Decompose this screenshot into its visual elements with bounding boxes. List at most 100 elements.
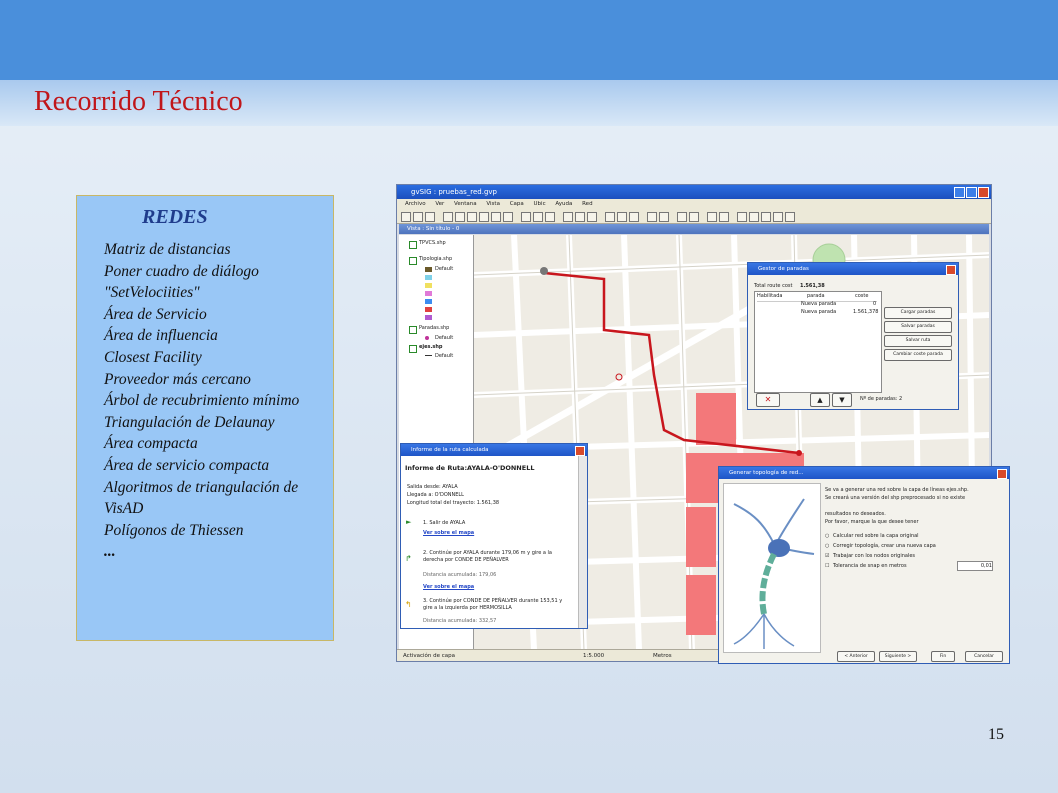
bus-icon[interactable] <box>761 212 771 222</box>
route-line: Salida desde: AYALA <box>407 484 458 490</box>
list-item: Closest Facility <box>104 348 202 366</box>
scrollbar[interactable] <box>578 456 587 628</box>
table-icon[interactable] <box>659 212 669 222</box>
checkbox-nodes[interactable]: ☑ <box>825 553 829 559</box>
minimize-button[interactable] <box>954 187 965 198</box>
menu-ver[interactable]: Ver <box>435 201 444 207</box>
move-down-button[interactable]: ▼ <box>832 393 852 407</box>
info-icon[interactable] <box>533 212 543 222</box>
new-icon[interactable] <box>401 212 411 222</box>
route-distance: Distancia acumulada: 332,57 <box>423 618 497 624</box>
view-on-map-link[interactable]: Ver sobre el mapa <box>423 584 474 590</box>
layer-checkbox[interactable] <box>409 326 417 334</box>
list-item: "SetVelociities" <box>104 284 200 302</box>
finish-button[interactable]: Fin <box>931 651 955 662</box>
list-item: Área de servicio compacta <box>104 456 270 474</box>
graph-icon[interactable] <box>689 212 699 222</box>
settings-icon[interactable] <box>785 212 795 222</box>
next-button[interactable]: Siguiente > <box>879 651 917 662</box>
neuron-illustration <box>733 498 815 649</box>
load-stops-button[interactable]: Cargar paradas <box>884 307 952 319</box>
move-up-button[interactable]: ▲ <box>810 393 830 407</box>
save-route-button[interactable]: Salvar ruta <box>884 335 952 347</box>
clear-icon[interactable] <box>773 212 783 222</box>
menu-ventana[interactable]: Ventana <box>454 201 477 207</box>
zoom-full-icon[interactable] <box>491 212 501 222</box>
col-header: coste <box>855 293 869 299</box>
close-icon[interactable] <box>946 265 956 275</box>
route-icon[interactable] <box>587 212 597 222</box>
pan-icon[interactable] <box>479 212 489 222</box>
list-item: Área de influencia <box>104 327 218 345</box>
zoom-prev-icon[interactable] <box>503 212 513 222</box>
topology-text: Se creará una versión del shp preprocesa… <box>825 495 966 501</box>
stops-dialog-title: Gestor de paradas <box>748 263 958 275</box>
legend-swatch <box>425 267 432 272</box>
flag-icon[interactable] <box>563 212 573 222</box>
stops-icon[interactable] <box>737 212 747 222</box>
network-icon[interactable] <box>677 212 687 222</box>
layer-checkbox[interactable] <box>409 241 417 249</box>
layer-checkbox[interactable] <box>409 257 417 265</box>
view-on-map-link[interactable]: Ver sobre el mapa <box>423 530 474 536</box>
polygon-select-icon[interactable] <box>629 212 639 222</box>
menu-archivo[interactable]: Archivo <box>405 201 426 207</box>
list-item: Matriz de distancias <box>104 241 231 258</box>
menu-red[interactable]: Red <box>582 201 592 207</box>
list-item: Poner cuadro de diálogo <box>104 262 259 280</box>
start-flag-icon: ► <box>406 518 412 526</box>
cancel-button[interactable]: Cancelar <box>965 651 1003 662</box>
measure-icon[interactable] <box>545 212 555 222</box>
turn-left-icon: ↰ <box>405 600 412 609</box>
layer-name[interactable]: ejes.shp <box>419 344 443 350</box>
close-icon[interactable] <box>997 469 1007 479</box>
col-header: Habilitada <box>757 293 783 299</box>
zoom-in-icon[interactable] <box>455 212 465 222</box>
menu-ayuda[interactable]: Ayuda <box>555 201 572 207</box>
option-label: Corregir topología, crear una nueva capa <box>833 543 936 549</box>
route-distance: Distancia acumulada: 179,06 <box>423 572 497 578</box>
change-cost-button[interactable]: Cambiar coste parada <box>884 349 952 361</box>
topology-dialog-title-text: Generar topología de red... <box>729 470 804 476</box>
stop-cost: 1.561,378 <box>853 309 879 315</box>
slide-title: Recorrido Técnico <box>34 86 243 117</box>
menu-ubic[interactable]: Ubic <box>534 201 546 207</box>
legend-label: Default <box>435 266 454 272</box>
zoom-out-icon[interactable] <box>467 212 477 222</box>
rect-select-icon[interactable] <box>617 212 627 222</box>
save-icon[interactable] <box>425 212 435 222</box>
checkbox-snap[interactable]: ☐ <box>825 563 829 569</box>
layer-checkbox[interactable] <box>409 345 417 353</box>
stops-table: Habilitada parada coste Nueva parada 0 N… <box>754 291 882 393</box>
redes-heading: REDES <box>142 206 208 228</box>
menu-capa[interactable]: Capa <box>510 201 524 207</box>
menu-vista[interactable]: Vista <box>486 201 500 207</box>
edit-icon[interactable] <box>647 212 657 222</box>
route-step: 3. Continúe por CONDE DE PEÑALVER durant… <box>423 598 563 611</box>
pointer-icon[interactable] <box>605 212 615 222</box>
delete-stop-button[interactable]: ✕ <box>756 393 780 407</box>
barrier-icon[interactable] <box>575 212 585 222</box>
layer-name[interactable]: Paradas.shp <box>419 325 449 331</box>
layer-name[interactable]: TPVCS.shp <box>419 240 446 246</box>
cost-icon[interactable] <box>749 212 759 222</box>
close-icon[interactable] <box>575 446 585 456</box>
add-layer-icon[interactable] <box>443 212 453 222</box>
maximize-button[interactable] <box>966 187 977 198</box>
arc-icon[interactable] <box>719 212 729 222</box>
close-button[interactable] <box>978 187 989 198</box>
radio-correct[interactable]: ○ <box>825 543 829 549</box>
select-icon[interactable] <box>521 212 531 222</box>
save-stops-button[interactable]: Salvar paradas <box>884 321 952 333</box>
stops-dialog-title-text: Gestor de paradas <box>758 266 809 272</box>
route-step: 1. Salir de AYALA <box>423 520 466 526</box>
radio-original[interactable]: ○ <box>825 533 829 539</box>
tolerance-input[interactable]: 0,01 <box>957 561 993 571</box>
legend-swatch <box>425 299 432 304</box>
legend-swatch <box>425 315 432 320</box>
back-button[interactable]: < Anterior <box>837 651 875 662</box>
open-icon[interactable] <box>413 212 423 222</box>
app-title: gvSIG : pruebas_red.gvp <box>411 188 497 196</box>
node-icon[interactable] <box>707 212 717 222</box>
layer-name[interactable]: Tipologia.shp <box>419 256 452 262</box>
